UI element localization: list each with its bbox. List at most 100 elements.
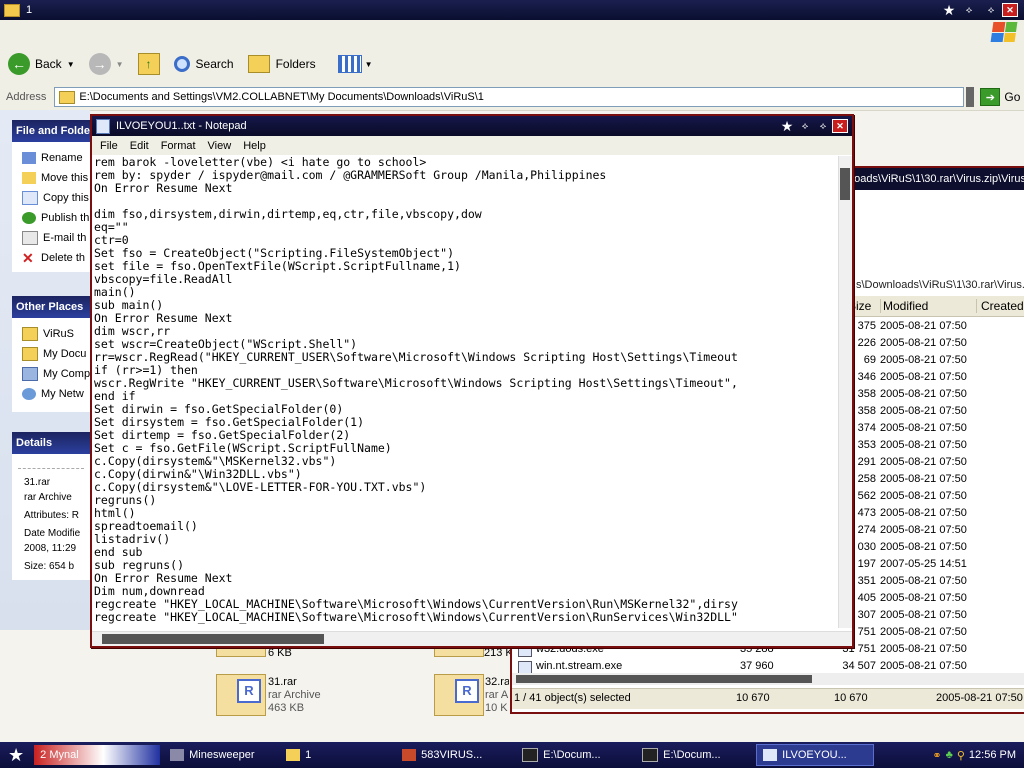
- publish-task[interactable]: Publish th: [12, 208, 90, 228]
- windows-logo-icon: [990, 22, 1018, 42]
- rename-task[interactable]: Rename: [12, 148, 90, 168]
- row-size: 374: [857, 422, 876, 434]
- folders-button[interactable]: Folders: [247, 55, 316, 73]
- column-modified[interactable]: Modified: [880, 299, 928, 313]
- rar-archive-icon[interactable]: R: [434, 674, 484, 716]
- folder-icon: [286, 749, 301, 761]
- place-my-documents[interactable]: My Docu: [12, 344, 90, 364]
- column-created[interactable]: Created: [976, 299, 1024, 313]
- go-button[interactable]: ➔ Go: [980, 88, 1020, 106]
- task-label: Publish th: [41, 212, 90, 224]
- explorer-title-bar[interactable]: 1 ★ ⟡ ⟡ ✕: [0, 0, 1024, 20]
- scrollbar-thumb[interactable]: [840, 168, 850, 200]
- tray-icon[interactable]: ⚭: [932, 749, 941, 762]
- archive-horizontal-scrollbar[interactable]: [512, 673, 1024, 685]
- task-label: E-mail th: [43, 232, 87, 244]
- status-size: 10 670: [736, 692, 770, 704]
- row-size: 307: [857, 609, 876, 621]
- tray-icon[interactable]: ♣: [946, 749, 953, 761]
- place-my-computer[interactable]: My Comp: [12, 364, 90, 384]
- forward-button[interactable]: → ▼: [88, 53, 124, 75]
- notepad-text-area[interactable]: rem barok -loveletter(vbe) <i hate go to…: [94, 156, 836, 628]
- scrollbar-thumb[interactable]: [516, 675, 812, 683]
- chevron-down-icon: ▼: [66, 59, 75, 69]
- documents-icon: [22, 347, 38, 361]
- place-virus[interactable]: ViRuS: [12, 324, 90, 344]
- maximize-button[interactable]: ⟡: [980, 3, 1002, 17]
- status-packed: 10 670: [834, 692, 868, 704]
- text-line: wscr.RegWrite "HKEY_CURRENT_USER\Softwar…: [94, 376, 738, 390]
- notepad-title-bar[interactable]: ILVOEYOU1..txt - Notepad ★ ⟡ ⟡ ✕: [92, 116, 852, 136]
- row-size: 291: [857, 456, 876, 468]
- row-name: win.nt.stream.exe: [536, 660, 623, 672]
- text-line: On Error Resume Next: [94, 571, 233, 585]
- forward-arrow-icon: →: [88, 53, 111, 75]
- explorer-title: 1: [26, 4, 33, 16]
- maximize-button[interactable]: ⟡: [814, 119, 832, 133]
- place-my-network[interactable]: My Netw: [12, 384, 90, 404]
- archive-status-bar: 1 / 41 object(s) selected 10 670 10 670 …: [512, 688, 1024, 709]
- row-modified: 2005-08-21 07:50: [880, 660, 967, 672]
- row-size: 353: [857, 439, 876, 451]
- rar-archive-icon[interactable]: R: [216, 674, 266, 716]
- task-folder-1[interactable]: 1: [280, 745, 392, 765]
- file-item-31[interactable]: 31.rar rar Archive 463 KB: [268, 676, 321, 715]
- task-mynal[interactable]: 2 Mynal: [34, 745, 161, 765]
- back-button[interactable]: ← Back ▼: [8, 53, 75, 75]
- up-button[interactable]: ↑: [137, 53, 160, 75]
- menu-file[interactable]: File: [100, 140, 118, 152]
- row-modified: 2005-08-21 07:50: [880, 354, 967, 366]
- task-notepad[interactable]: ILVOEYOU...: [756, 744, 875, 766]
- notepad-title: ILVOEYOU1..txt - Notepad: [116, 120, 247, 132]
- other-places-heading[interactable]: Other Places: [12, 296, 94, 318]
- address-input[interactable]: E:\Documents and Settings\VM2.COLLABNET\…: [54, 87, 965, 107]
- envelope-icon: [22, 231, 38, 245]
- task-minesweeper[interactable]: Minesweeper: [164, 745, 276, 765]
- details-size: Size: 654 b: [24, 561, 75, 572]
- minimize-button[interactable]: ⟡: [796, 119, 814, 133]
- folder-up-icon: ↑: [137, 53, 160, 75]
- task-docum-1[interactable]: E:\Docum...: [516, 745, 632, 765]
- copy-task[interactable]: Copy this: [12, 188, 90, 208]
- file-item-32[interactable]: 32.ra rar A 10 K: [485, 676, 509, 715]
- menu-help[interactable]: Help: [243, 140, 266, 152]
- file-item-size: 6 KB: [268, 647, 292, 659]
- folder-icon: [22, 327, 38, 341]
- task-docum-2[interactable]: E:\Docum...: [636, 745, 752, 765]
- close-button[interactable]: ✕: [832, 119, 848, 133]
- text-line: dim fso,dirsystem,dirwin,dirtemp,eq,ctr,…: [94, 207, 482, 221]
- notepad-horizontal-scrollbar[interactable]: [92, 631, 852, 646]
- globe-icon: [22, 212, 36, 224]
- menu-view[interactable]: View: [208, 140, 232, 152]
- address-label: Address: [6, 91, 47, 103]
- task-label: Minesweeper: [189, 749, 255, 761]
- task-583virus[interactable]: 583VIRUS...: [396, 745, 512, 765]
- row-size: 197: [857, 558, 876, 570]
- minimize-button[interactable]: ⟡: [958, 3, 980, 17]
- search-button[interactable]: Search: [173, 56, 234, 72]
- text-line: On Error Resume Next: [94, 311, 233, 325]
- archive-title-path: loads\ViRuS\1\30.rar\Virus.zip\Virus: [851, 173, 1024, 185]
- start-star-icon[interactable]: ★: [8, 745, 24, 766]
- views-button[interactable]: ▼: [337, 55, 373, 73]
- status-selected: 1 / 41 object(s) selected: [514, 692, 631, 704]
- app-icon: [402, 749, 417, 761]
- close-button[interactable]: ✕: [1002, 3, 1018, 17]
- move-task[interactable]: Move this: [12, 168, 90, 188]
- file-tasks-heading[interactable]: File and Folder Tasks: [12, 120, 94, 142]
- rar-r-badge-icon: R: [237, 679, 261, 703]
- back-label: Back: [35, 57, 62, 71]
- tray-search-icon[interactable]: ⚲: [957, 749, 965, 762]
- address-dropdown-button[interactable]: [966, 87, 975, 107]
- notepad-window[interactable]: ILVOEYOU1..txt - Notepad ★ ⟡ ⟡ ✕ File Ed…: [90, 114, 854, 648]
- explorer-menu-bar: [0, 20, 1024, 45]
- folder-icon: [59, 90, 76, 104]
- scrollbar-thumb[interactable]: [102, 634, 324, 644]
- email-task[interactable]: E-mail th: [12, 228, 90, 248]
- menu-edit[interactable]: Edit: [130, 140, 149, 152]
- row-size: 346: [857, 371, 876, 383]
- details-heading[interactable]: Details: [12, 432, 94, 454]
- menu-format[interactable]: Format: [161, 140, 196, 152]
- notepad-vertical-scrollbar[interactable]: [838, 156, 852, 628]
- delete-task[interactable]: ✕ Delete th: [12, 248, 90, 268]
